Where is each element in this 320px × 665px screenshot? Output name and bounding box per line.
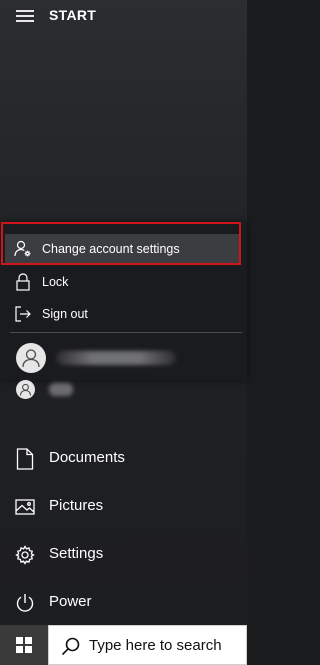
hamburger-icon[interactable] xyxy=(16,10,34,22)
account-flyout: Change account settings Lock Sign out xyxy=(0,222,247,380)
search-box[interactable] xyxy=(48,625,247,665)
user-gear-icon xyxy=(14,240,32,258)
settings-button[interactable]: Settings xyxy=(0,534,247,574)
search-icon xyxy=(61,636,81,656)
sign-out-icon xyxy=(14,305,32,323)
sign-out-item[interactable]: Sign out xyxy=(0,298,247,330)
picture-icon xyxy=(14,496,36,518)
blurred-user-name-small xyxy=(49,383,73,396)
lock-item[interactable]: Lock xyxy=(0,266,247,298)
blurred-user-name xyxy=(56,351,176,365)
power-button[interactable]: Power xyxy=(0,582,247,622)
windows-logo-icon xyxy=(16,637,32,653)
document-icon xyxy=(14,448,36,470)
avatar-small xyxy=(16,380,35,399)
power-label: Power xyxy=(49,593,92,610)
pictures-label: Pictures xyxy=(49,497,104,514)
start-menu: START Change account settings Lock Sign … xyxy=(0,0,247,625)
lock-label: Lock xyxy=(42,275,69,289)
documents-label: Documents xyxy=(49,449,125,466)
search-input[interactable] xyxy=(89,634,244,656)
taskbar xyxy=(0,625,247,665)
documents-button[interactable]: Documents xyxy=(0,438,247,478)
flyout-divider xyxy=(10,332,242,333)
pictures-button[interactable]: Pictures xyxy=(0,486,247,526)
settings-label: Settings xyxy=(49,545,104,562)
start-header: START xyxy=(0,0,247,32)
power-icon xyxy=(14,592,36,614)
start-title: START xyxy=(49,7,97,23)
sign-out-label: Sign out xyxy=(42,307,88,321)
gear-icon xyxy=(14,544,36,566)
start-button[interactable] xyxy=(0,625,48,665)
change-account-settings-label: Change account settings xyxy=(42,241,180,256)
user-button[interactable] xyxy=(0,368,247,408)
lock-icon xyxy=(14,273,32,291)
change-account-settings-item[interactable]: Change account settings xyxy=(5,234,240,263)
